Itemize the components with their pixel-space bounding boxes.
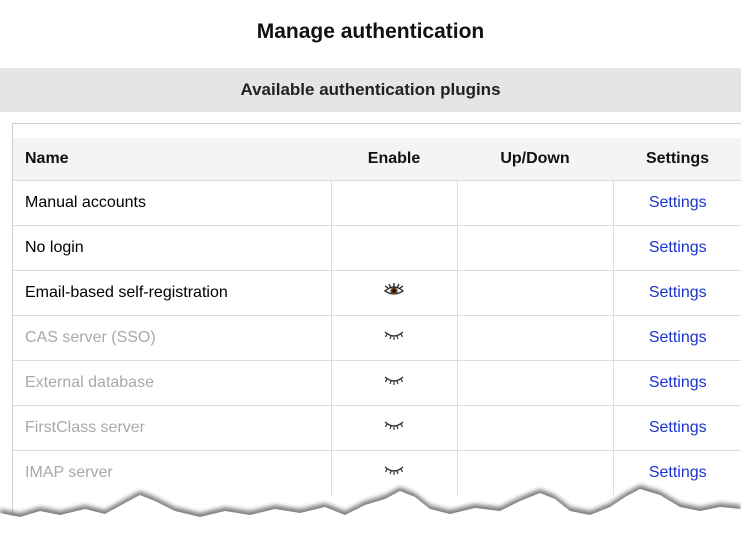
torn-paper-edge [0,485,741,537]
enable-cell [330,224,457,270]
settings-link[interactable]: Settings [649,194,707,211]
plugin-name: No login [13,224,331,270]
column-header-settings: Settings [613,138,741,180]
settings-link[interactable]: Settings [649,239,707,256]
page-title: Manage authentication [256,20,485,43]
table-row: CAS server (SSO) Settings [13,314,741,360]
enable-cell [330,269,457,315]
table-header-row: Name Enable Up/Down Settings [13,138,741,180]
column-header-updown: Up/Down [457,138,613,180]
table-row: Email-based self-registration Settings [13,269,741,315]
auth-plugins-table-frame: Name Enable Up/Down Settings Manual acco… [12,123,741,537]
settings-link[interactable]: Settings [649,374,707,391]
auth-plugins-table: Name Enable Up/Down Settings Manual acco… [13,138,741,495]
plugin-name: External database [13,359,331,405]
updown-cell [456,314,613,360]
column-header-enable: Enable [331,138,457,180]
settings-cell: Settings [612,269,741,315]
plugin-name: Manual accounts [13,179,331,225]
settings-cell: Settings [612,179,741,225]
updown-cell [456,404,613,450]
updown-cell [456,179,613,225]
section-heading: Available authentication plugins [0,68,741,112]
eye-closed-icon[interactable] [383,373,405,392]
plugin-name: Email-based self-registration [13,269,331,315]
table-row: External database Settings [13,359,741,405]
settings-cell: Settings [612,314,741,360]
enable-cell [330,404,457,450]
settings-link[interactable]: Settings [649,419,707,436]
updown-cell [456,224,613,270]
updown-cell [456,359,613,405]
settings-cell: Settings [612,404,741,450]
table-row: No login Settings [13,224,741,270]
enable-cell [330,314,457,360]
settings-cell: Settings [612,359,741,405]
plugin-name: CAS server (SSO) [13,314,331,360]
enable-cell [330,179,457,225]
table-row: FirstClass server Settings [13,404,741,450]
eye-open-icon[interactable] [383,282,405,303]
plugin-name: FirstClass server [13,404,331,450]
updown-cell [456,269,613,315]
eye-closed-icon[interactable] [383,328,405,347]
settings-link[interactable]: Settings [649,329,707,346]
enable-cell [330,359,457,405]
eye-closed-icon[interactable] [383,418,405,437]
settings-cell: Settings [612,224,741,270]
table-row: Manual accounts Settings [13,179,741,225]
column-header-name: Name [13,138,331,180]
settings-link[interactable]: Settings [649,284,707,301]
